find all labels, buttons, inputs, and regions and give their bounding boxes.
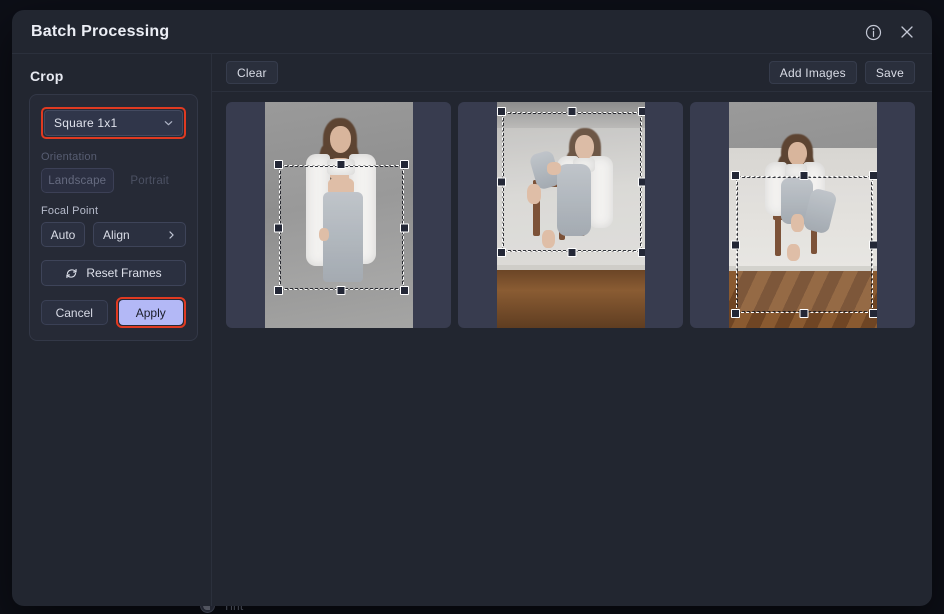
crop-handle-n[interactable]	[567, 107, 576, 116]
crop-handle-sw[interactable]	[497, 248, 506, 257]
chevron-right-icon	[166, 229, 177, 240]
focal-align-label: Align	[103, 228, 130, 242]
photo-figure-face	[330, 126, 351, 153]
orientation-option-portrait: Portrait	[114, 168, 187, 193]
thumbnail-card-2[interactable]	[458, 102, 683, 328]
crop-handle-se[interactable]	[400, 286, 409, 295]
batch-workspace: Clear Add Images Save	[212, 54, 932, 606]
reset-frames-button[interactable]: Reset Frames	[41, 260, 186, 286]
crop-selection-1[interactable]	[279, 165, 404, 290]
crop-handle-w[interactable]	[274, 223, 283, 232]
aspect-ratio-highlight: Square 1x1	[41, 107, 186, 139]
crop-handle-se[interactable]	[869, 309, 877, 318]
crop-handle-ne[interactable]	[638, 107, 645, 116]
crop-handle-w[interactable]	[731, 240, 740, 249]
aspect-ratio-select[interactable]: Square 1x1	[44, 110, 183, 136]
aspect-ratio-value: Square 1x1	[54, 116, 117, 130]
crop-handle-ne[interactable]	[400, 160, 409, 169]
apply-highlight: Apply	[116, 297, 187, 328]
add-images-button[interactable]: Add Images	[769, 61, 857, 84]
batch-processing-dialog: Batch Processing Crop	[12, 10, 932, 606]
thumbnail-grid	[212, 92, 932, 606]
crop-sidebar: Crop Square 1x1 Orientation	[12, 54, 212, 606]
crop-footer: Cancel Apply	[41, 297, 186, 328]
focal-align-button[interactable]: Align	[93, 222, 186, 247]
orientation-segmented-control: Landscape Portrait	[41, 168, 186, 193]
page-title: Batch Processing	[31, 23, 169, 41]
crop-handle-e[interactable]	[400, 223, 409, 232]
crop-handle-nw[interactable]	[497, 107, 506, 116]
thumbnail-card-3[interactable]	[690, 102, 915, 328]
thumbnail-1-image	[265, 102, 413, 328]
header-actions	[862, 10, 918, 54]
crop-handle-nw[interactable]	[274, 160, 283, 169]
crop-handle-nw[interactable]	[731, 171, 740, 180]
crop-handle-w[interactable]	[497, 178, 506, 187]
crop-handle-n[interactable]	[800, 171, 809, 180]
crop-heading: Crop	[30, 68, 211, 84]
thumbnail-card-1[interactable]	[226, 102, 451, 328]
chevron-down-icon	[163, 118, 174, 129]
focal-point-row: Auto Align	[41, 222, 186, 247]
crop-settings-card: Square 1x1 Orientation Landscape Portrai…	[29, 94, 198, 341]
dialog-body: Crop Square 1x1 Orientation	[12, 54, 932, 606]
orientation-label: Orientation	[41, 151, 186, 163]
thumbnail-2-image	[497, 102, 645, 328]
orientation-option-landscape: Landscape	[41, 168, 114, 193]
crop-handle-sw[interactable]	[274, 286, 283, 295]
apply-button[interactable]: Apply	[119, 300, 184, 325]
photo-floor	[497, 270, 645, 328]
crop-handle-sw[interactable]	[731, 309, 740, 318]
crop-handle-s[interactable]	[567, 248, 576, 257]
crop-handle-e[interactable]	[638, 178, 645, 187]
crop-selection-3[interactable]	[736, 176, 873, 313]
reset-frames-label: Reset Frames	[86, 266, 161, 280]
crop-handle-ne[interactable]	[869, 171, 877, 180]
dialog-header: Batch Processing	[12, 10, 932, 54]
crop-handle-e[interactable]	[869, 240, 877, 249]
refresh-icon	[65, 267, 78, 280]
focal-point-label: Focal Point	[41, 205, 186, 217]
focal-auto-button[interactable]: Auto	[41, 222, 85, 247]
save-button[interactable]: Save	[865, 61, 915, 84]
workspace-toolbar: Clear Add Images Save	[212, 54, 932, 92]
crop-handle-s[interactable]	[337, 286, 346, 295]
info-icon[interactable]	[862, 21, 884, 43]
clear-button[interactable]: Clear	[226, 61, 278, 84]
toolbar-right-actions: Add Images Save	[769, 61, 915, 84]
crop-handle-s[interactable]	[800, 309, 809, 318]
cancel-button[interactable]: Cancel	[41, 300, 108, 325]
close-icon[interactable]	[896, 21, 918, 43]
crop-handle-se[interactable]	[638, 248, 645, 257]
thumbnail-3-image	[729, 102, 877, 328]
crop-selection-2[interactable]	[502, 112, 642, 252]
crop-handle-n[interactable]	[337, 160, 346, 169]
